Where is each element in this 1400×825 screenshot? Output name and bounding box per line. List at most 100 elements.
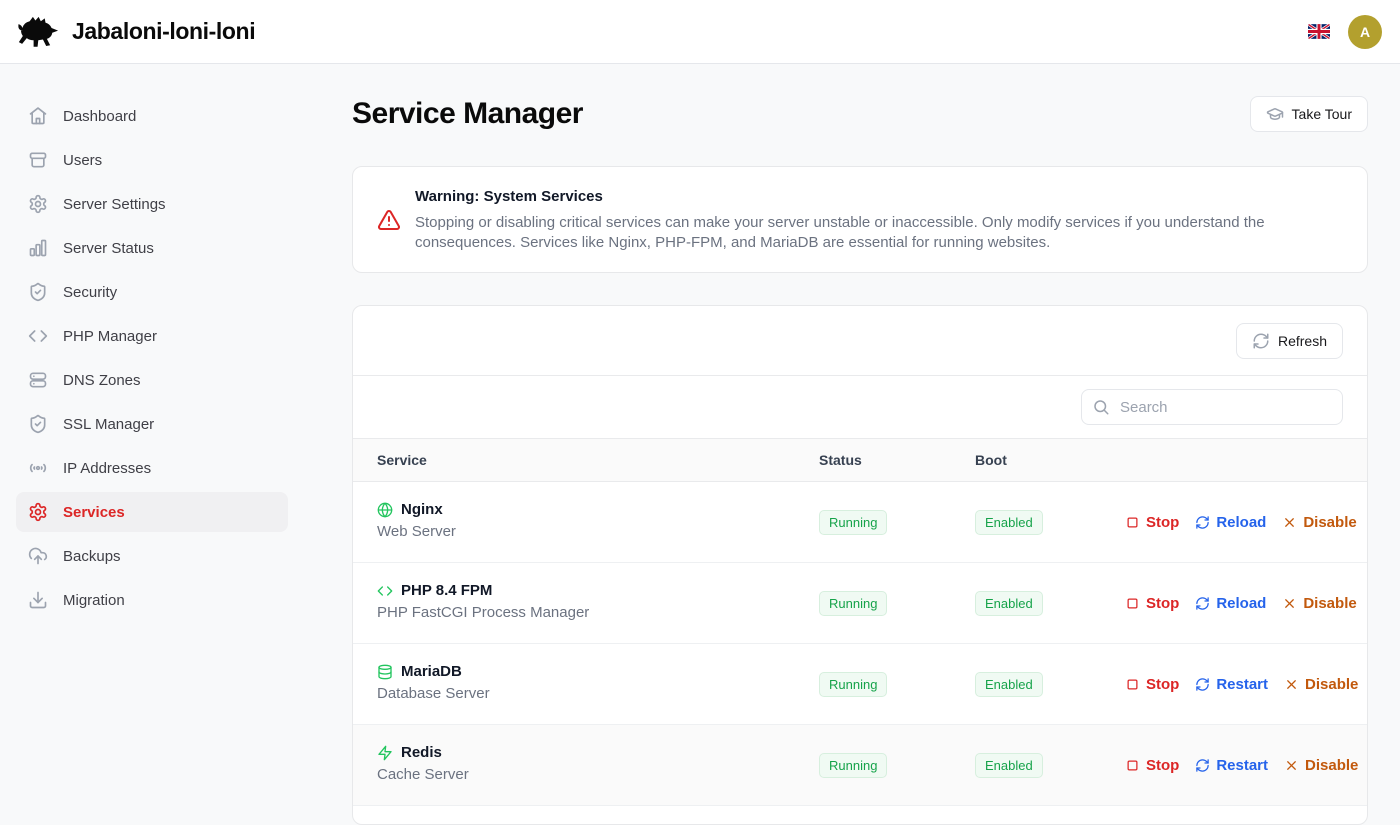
refresh-icon xyxy=(1252,332,1270,350)
service-description: Cache Server xyxy=(377,764,819,786)
disable-button[interactable]: Disable xyxy=(1284,676,1358,693)
boot-badge: Enabled xyxy=(975,672,1043,697)
column-service: Service xyxy=(377,452,819,468)
service-description: Database Server xyxy=(377,683,819,705)
page-title: Service Manager xyxy=(352,96,583,132)
stop-button[interactable]: Stop xyxy=(1125,595,1179,612)
warning-banner: Warning: System Services Stopping or dis… xyxy=(352,166,1368,273)
sidebar-item-server-settings[interactable]: Server Settings xyxy=(16,184,288,224)
sidebar-item-server-status[interactable]: Server Status xyxy=(16,228,288,268)
take-tour-label: Take Tour xyxy=(1292,106,1352,122)
stop-square-icon xyxy=(1125,596,1140,611)
restart-button[interactable]: Restart xyxy=(1195,676,1268,693)
column-status: Status xyxy=(819,452,975,468)
sidebar-item-label: Server Status xyxy=(63,240,154,257)
table-row: PHP 8.4 FPM PHP FastCGI Process Manager … xyxy=(353,563,1367,644)
x-icon xyxy=(1284,677,1299,692)
shield-check-icon xyxy=(28,282,48,302)
sidebar-item-dns-zones[interactable]: DNS Zones xyxy=(16,360,288,400)
table-row: MariaDB Database Server Running Enabled … xyxy=(353,644,1367,725)
sidebar-item-label: PHP Manager xyxy=(63,328,157,345)
stop-button[interactable]: Stop xyxy=(1125,757,1179,774)
column-boot: Boot xyxy=(975,452,1125,468)
triangle-alert-icon xyxy=(377,208,401,232)
disable-button[interactable]: Disable xyxy=(1282,595,1356,612)
sidebar-item-services[interactable]: Services xyxy=(16,492,288,532)
bar-chart-icon xyxy=(28,238,48,258)
home-icon xyxy=(28,106,48,126)
status-badge: Running xyxy=(819,510,887,535)
service-name: Redis xyxy=(401,744,442,761)
sidebar-item-backups[interactable]: Backups xyxy=(16,536,288,576)
search-row xyxy=(353,376,1367,438)
refresh-icon xyxy=(1195,677,1210,692)
code-icon xyxy=(28,326,48,346)
app-title: Jabaloni-loni-loni xyxy=(72,18,255,45)
sidebar-item-label: Services xyxy=(63,504,125,521)
x-icon xyxy=(1282,596,1297,611)
top-bar: Jabaloni-loni-loni A xyxy=(0,0,1400,64)
avatar-initial: A xyxy=(1360,24,1370,40)
service-name: Nginx xyxy=(401,501,443,518)
avatar[interactable]: A xyxy=(1348,15,1382,49)
panel-toolbar: Refresh xyxy=(353,306,1367,376)
database-icon xyxy=(377,664,393,680)
shield-check-icon xyxy=(28,414,48,434)
services-panel: Refresh Service Status Boot xyxy=(352,305,1368,825)
stop-square-icon xyxy=(1125,677,1140,692)
sidebar-item-dashboard[interactable]: Dashboard xyxy=(16,96,288,136)
stop-button[interactable]: Stop xyxy=(1125,514,1179,531)
warning-title: Warning: System Services xyxy=(415,186,1315,208)
sidebar-item-security[interactable]: Security xyxy=(16,272,288,312)
sidebar-item-label: Dashboard xyxy=(63,108,136,125)
boot-badge: Enabled xyxy=(975,753,1043,778)
table-row: Nginx Web Server Running Enabled Stop Re… xyxy=(353,482,1367,563)
refresh-icon xyxy=(1195,515,1210,530)
x-icon xyxy=(1282,515,1297,530)
reload-button[interactable]: Reload xyxy=(1195,514,1266,531)
boot-badge: Enabled xyxy=(975,510,1043,535)
sidebar-item-php-manager[interactable]: PHP Manager xyxy=(16,316,288,356)
restart-button[interactable]: Restart xyxy=(1195,757,1268,774)
uk-flag-icon[interactable] xyxy=(1308,24,1330,39)
code-icon xyxy=(377,583,393,599)
x-icon xyxy=(1284,758,1299,773)
sidebar-item-users[interactable]: Users xyxy=(16,140,288,180)
sidebar-item-label: DNS Zones xyxy=(63,372,141,389)
refresh-icon xyxy=(1195,758,1210,773)
refresh-label: Refresh xyxy=(1278,333,1327,349)
reload-button[interactable]: Reload xyxy=(1195,595,1266,612)
sidebar-item-ssl-manager[interactable]: SSL Manager xyxy=(16,404,288,444)
sidebar-item-label: Server Settings xyxy=(63,196,166,213)
sidebar-item-migration[interactable]: Migration xyxy=(16,580,288,620)
broadcast-icon xyxy=(28,458,48,478)
globe-icon xyxy=(377,502,393,518)
stop-button[interactable]: Stop xyxy=(1125,676,1179,693)
take-tour-button[interactable]: Take Tour xyxy=(1250,96,1368,132)
status-badge: Running xyxy=(819,753,887,778)
gear-icon xyxy=(28,194,48,214)
disable-button[interactable]: Disable xyxy=(1282,514,1356,531)
sidebar: Dashboard Users Server Settings Server S… xyxy=(0,64,304,800)
disable-button[interactable]: Disable xyxy=(1284,757,1358,774)
refresh-icon xyxy=(1195,596,1210,611)
service-name: MariaDB xyxy=(401,663,462,680)
service-name: PHP 8.4 FPM xyxy=(401,582,492,599)
sidebar-item-label: Security xyxy=(63,284,117,301)
sidebar-item-label: Users xyxy=(63,152,102,169)
search-input[interactable] xyxy=(1081,389,1343,425)
stop-square-icon xyxy=(1125,515,1140,530)
refresh-button[interactable]: Refresh xyxy=(1236,323,1343,359)
table-row: Redis Cache Server Running Enabled Stop … xyxy=(353,725,1367,806)
sidebar-item-label: SSL Manager xyxy=(63,416,154,433)
download-icon xyxy=(28,590,48,610)
sidebar-item-ip-addresses[interactable]: IP Addresses xyxy=(16,448,288,488)
service-description: PHP FastCGI Process Manager xyxy=(377,602,819,624)
boot-badge: Enabled xyxy=(975,591,1043,616)
sidebar-item-label: Migration xyxy=(63,592,125,609)
boar-icon xyxy=(16,14,62,50)
stop-square-icon xyxy=(1125,758,1140,773)
table-header: Service Status Boot xyxy=(353,438,1367,482)
main-content: Service Manager Take Tour Warning: Syste… xyxy=(304,64,1400,800)
lightning-icon xyxy=(377,745,393,761)
